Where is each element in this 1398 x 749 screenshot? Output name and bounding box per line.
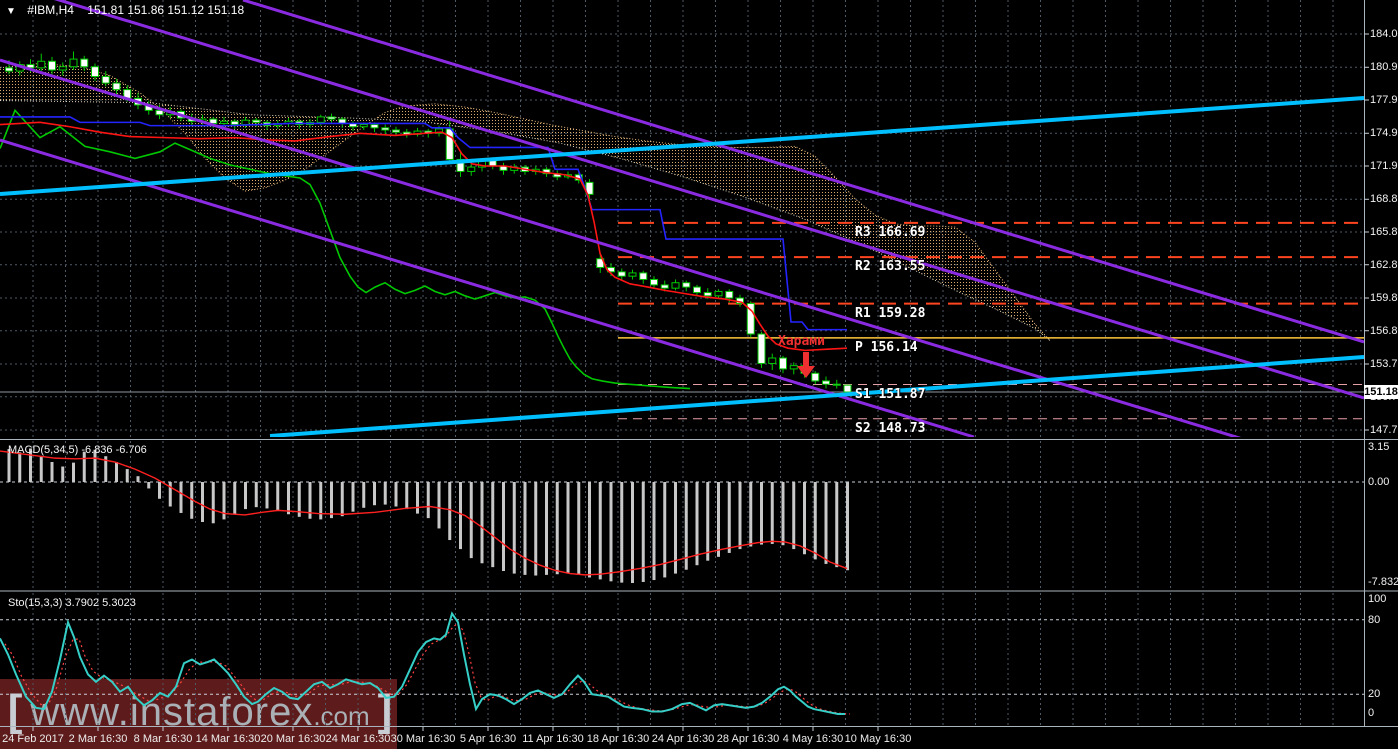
sto-indicator-label: Sto(15,3,3) 3.7902 5.3023 [8, 597, 136, 609]
macd-pane [0, 448, 849, 584]
ascending-support-lower[interactable] [269, 355, 1364, 437]
trendlines-layer[interactable] [0, 0, 1364, 476]
chart-title: ▼ #IBM,H4 151.81 151.86 151.12 151.18 [6, 3, 244, 17]
chart-window: [www.instaforex .com] R3 166.69 R2 163.55 R… [0, 0, 1398, 749]
pivot-lines [618, 221, 1364, 420]
symbol-period-label: #IBM,H4 [27, 3, 74, 17]
sto-signal-line [4, 622, 851, 715]
harami-annotation-text: Харами [778, 334, 825, 349]
price-chart-canvas[interactable] [0, 0, 1398, 749]
grid-layer [0, 0, 1364, 725]
descending-channel-1[interactable] [242, 0, 1364, 344]
sto-pane [0, 611, 851, 716]
macd-indicator-label: MACD(5,34,5) -6.836 -6.706 [8, 444, 147, 456]
price-pane [0, 0, 1364, 476]
descending-channel-3[interactable] [0, 58, 1364, 476]
ohlc-readout: 151.81 151.86 151.12 151.18 [87, 3, 245, 17]
symbol-dropdown-icon[interactable]: ▼ [6, 6, 16, 17]
current-price-badge: 151.18 [1364, 385, 1398, 399]
